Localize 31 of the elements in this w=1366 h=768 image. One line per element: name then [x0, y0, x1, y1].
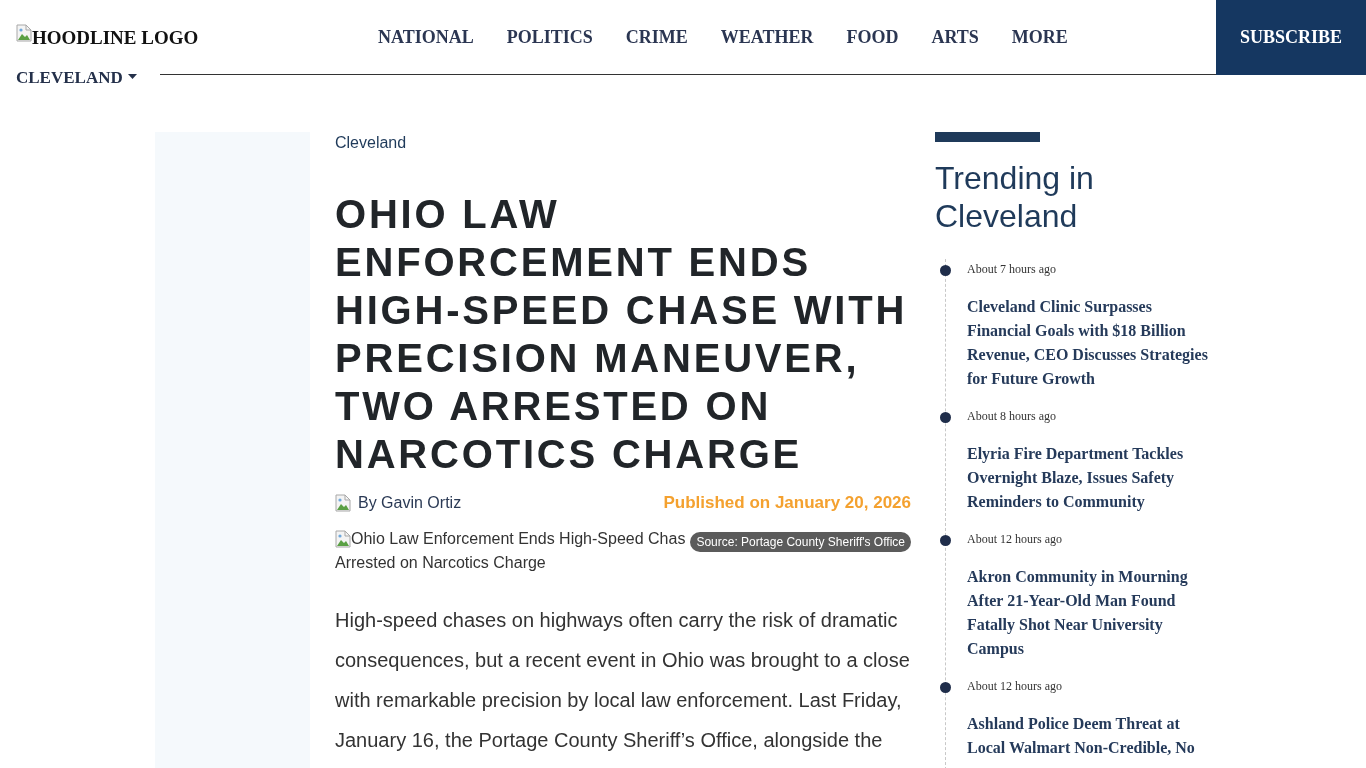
nav-link[interactable]: ARTS	[931, 26, 979, 48]
category-link[interactable]: Cleveland	[335, 132, 407, 154]
image-alt-text: Arrested on Narcotics Charge	[335, 553, 546, 573]
headline-link[interactable]: Ashland Police Deem Threat at Local Walmart Non-Credible, No	[967, 712, 1217, 760]
timestamp: About 8 hours ago	[967, 408, 1056, 425]
caret-icon	[127, 74, 137, 79]
headline-link[interactable]: Elyria Fire Department Tackles Overnight Blaze, Issues Safety Reminders to Community	[967, 442, 1217, 514]
image-alt-text: Ohio Law Enforcement Ends High-Speed Chas	[351, 529, 686, 549]
article-title: OHIO LAW ENFORCEMENT ENDS HIGH-SPEED CHASE WITH PRECISION MANEUVER, TWO ARRESTED ON NARCOTICS CHARGE	[335, 191, 909, 478]
nav-link[interactable]: MORE	[1011, 26, 1068, 48]
author-name: By Gavin Ortiz	[358, 493, 462, 513]
logo-text[interactable]: HOODLINE LOGO	[32, 27, 199, 49]
broken-image-icon	[335, 530, 351, 548]
article-body: High-speed chases on highways often carry the risk of dramatic consequences, but a recent event in Ohio was brought to a close with remarkable precision by local law enforcement. Last Friday, January 16, the Portage County Sheriff’s Office, alongside the	[335, 608, 911, 753]
nav-link[interactable]: NATIONAL	[378, 26, 474, 48]
timestamp: About 12 hours ago	[967, 678, 1062, 695]
edition-dropdown[interactable]: CLEVELAND	[16, 68, 137, 88]
subscribe-button[interactable]: SUBSCRIBE	[1216, 0, 1366, 75]
headline-link[interactable]: Akron Community in Mourning After 21-Year-Old Man Found Fatally Shot Near University Campus	[967, 565, 1217, 661]
broken-image-icon	[16, 24, 32, 42]
timestamp: About 7 hours ago	[967, 261, 1056, 278]
headline-link[interactable]: Cleveland Clinic Surpasses Financial Goals with $18 Billion Revenue, CEO Discusses Strategies for Future Growth	[967, 295, 1217, 391]
broken-image-icon	[335, 494, 351, 512]
publish-date: Published on January 20, 2026	[663, 492, 911, 515]
image-caption: Source: Portage County Sheriff's Office	[690, 532, 911, 552]
sidebar-title: Trending in Cleveland	[935, 159, 1095, 235]
nav-link[interactable]: FOOD	[846, 26, 899, 48]
timestamp: About 12 hours ago	[967, 531, 1062, 548]
nav-link[interactable]: WEATHER	[720, 26, 814, 48]
nav-link[interactable]: CRIME	[625, 26, 688, 48]
nav-link[interactable]: POLITICS	[506, 26, 593, 48]
